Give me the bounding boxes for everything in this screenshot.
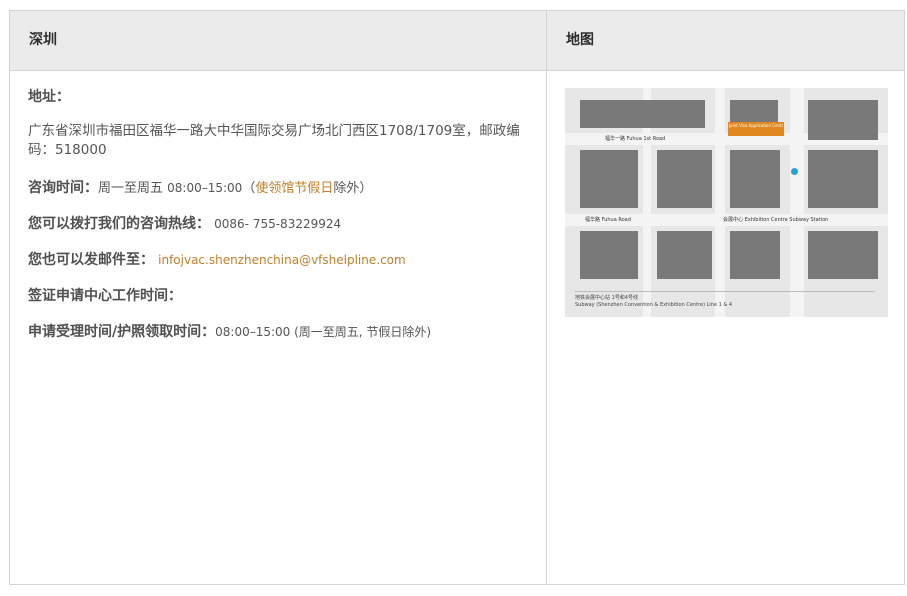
submission-label: 申请受理时间/护照领取时间：	[28, 324, 216, 340]
map-road-label-2: 福华路 Fuhua Road	[585, 217, 631, 223]
hours-label: 咨询时间：	[28, 180, 98, 196]
submission-row: 申请受理时间/护照领取时间：08:00–15:00 (周一至周五, 节假日除外)	[28, 321, 431, 341]
hours-except: 除外）	[333, 181, 373, 196]
map-block	[657, 150, 712, 208]
email-link[interactable]: infojvac.shenzhenchina@vfshelpline.com	[158, 253, 406, 267]
hours-time: 08:00–15:00	[167, 181, 243, 195]
address-text: 广东省深圳市福田区福华一路大中华国际交易广场北门西区1708/1709室，邮政编…	[28, 123, 520, 158]
map-road	[715, 88, 725, 317]
hours-paren: （	[242, 181, 256, 196]
hours-row: 咨询时间：周一至周五 08:00–15:00（使领馆节假日除外）	[28, 177, 372, 197]
map-note-2: Subway (Shenzhen Convention & Exhibition…	[575, 302, 733, 308]
location-map: 地铁会展中心站 1号和4号线 Subway (Shenzhen Conventi…	[565, 88, 888, 317]
map-block	[580, 100, 705, 128]
column-divider	[546, 11, 547, 584]
map-block	[657, 231, 712, 279]
hotline-number: 0086- 755-83229924	[214, 217, 342, 231]
header-map: 地图	[566, 32, 594, 48]
work-hours-label: 签证申请中心工作时间：	[28, 288, 182, 304]
map-block	[808, 100, 878, 140]
map-road-label: 福华一路 Fuhua 1st Road	[605, 136, 666, 142]
submission-text: 08:00–15:00 (周一至周五, 节假日除外)	[215, 325, 432, 339]
map-block	[808, 150, 878, 208]
address-label: 地址：	[28, 89, 70, 105]
map-station-label: 会展中心 Exhibition Centre Subway Station	[723, 217, 829, 223]
table-header: 深圳 地图	[10, 11, 904, 71]
subway-icon	[791, 168, 798, 175]
info-table: 深圳 地图 地址： 广东省深圳市福田区福华一路大中华国际交易广场北门西区1708…	[9, 10, 905, 585]
map-road	[790, 88, 804, 317]
map-block	[808, 231, 878, 279]
map-block	[730, 231, 780, 279]
hours-days: 周一至周五	[98, 181, 164, 196]
email-row: 您也可以发邮件至： infojvac.shenzhenchina@vfshelp…	[28, 249, 406, 269]
map-block	[580, 231, 638, 279]
hotline-row: 您可以拨打我们的咨询热线： 0086- 755-83229924	[28, 213, 341, 233]
holiday-link[interactable]: 使领馆节假日	[255, 181, 333, 196]
map-block	[730, 150, 780, 208]
header-city: 深圳	[29, 32, 57, 48]
map-note-1: 地铁会展中心站 1号和4号线	[575, 295, 638, 301]
hotline-label: 您可以拨打我们的咨询热线：	[28, 216, 210, 232]
map-center-label: Joint Visa Application Centre 日本签证申请中心	[729, 123, 783, 128]
email-label: 您也可以发邮件至：	[28, 252, 154, 268]
map-legend-line	[575, 291, 875, 292]
map-block	[580, 150, 638, 208]
